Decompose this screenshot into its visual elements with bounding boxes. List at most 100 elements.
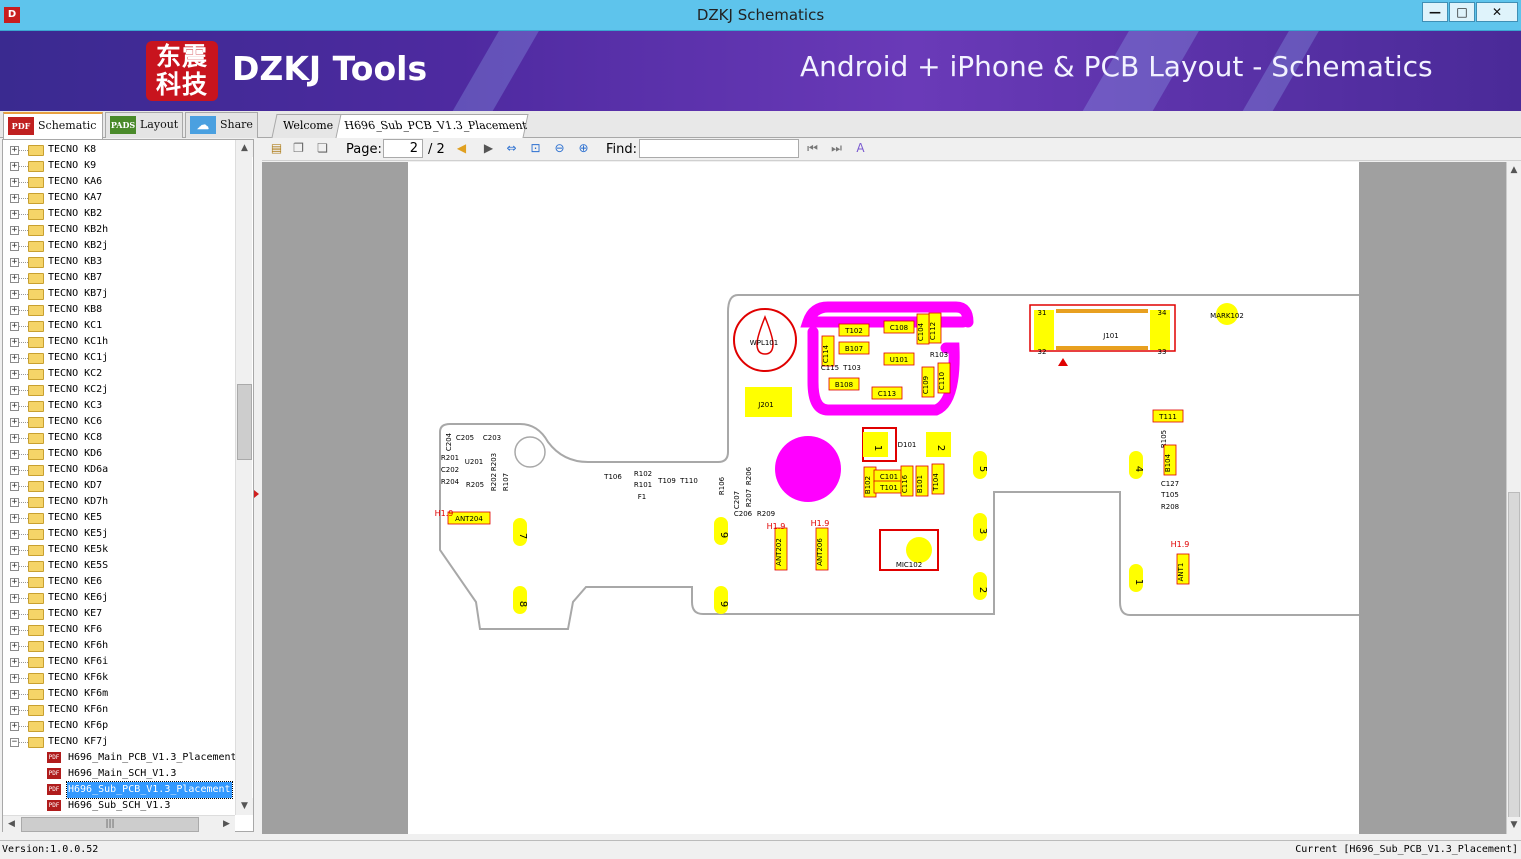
component-label: T101 [879,484,898,492]
component-label: R207 [745,489,753,507]
find-next-icon[interactable]: ⏭ [828,140,845,157]
tab-layout[interactable]: PADS Layout [105,112,183,138]
expand-icon[interactable]: + [10,498,19,507]
expand-icon[interactable]: + [10,466,19,475]
expand-icon[interactable]: + [10,514,19,523]
folder-label: TECNO KD7h [48,496,109,507]
expand-icon[interactable]: + [10,594,19,603]
expand-icon[interactable]: + [10,674,19,683]
scroll-up-icon[interactable]: ▲ [236,140,253,157]
fit-width-icon[interactable]: ⇔ [503,140,520,157]
previous-page-icon[interactable]: ◀ [453,140,470,157]
open-file-icon[interactable]: ▤ [268,140,285,157]
tree-vertical-scrollbar[interactable]: ▲ ▼ [235,140,253,815]
expand-icon[interactable]: + [10,210,19,219]
folder-icon [28,673,44,684]
expand-icon[interactable]: + [10,642,19,651]
copy-page-icon[interactable]: ❐ [290,140,307,157]
expand-icon[interactable]: + [10,690,19,699]
expand-icon[interactable]: + [10,530,19,539]
expand-icon[interactable]: + [10,658,19,667]
find-input[interactable] [639,139,799,158]
expand-icon[interactable]: + [10,354,19,363]
expand-icon[interactable]: + [10,434,19,443]
tree-line [19,246,28,247]
panel-splitter[interactable] [254,139,262,832]
scroll-down-icon[interactable]: ▼ [236,798,253,815]
highlight-text-icon[interactable]: A [852,140,869,157]
minimize-button[interactable]: — [1422,2,1448,22]
scroll-thumb[interactable]: ||| [21,817,199,832]
expand-icon[interactable]: + [10,146,19,155]
expand-icon[interactable]: + [10,626,19,635]
page-number-input[interactable] [383,139,423,158]
expand-icon[interactable]: + [10,242,19,251]
maximize-button[interactable]: □ [1449,2,1475,22]
close-button[interactable]: ✕ [1476,2,1518,22]
tree-line [19,214,28,215]
expand-icon[interactable]: + [10,546,19,555]
tab-welcome[interactable]: Welcome [271,114,343,138]
expand-icon[interactable]: + [10,338,19,347]
expand-icon[interactable]: + [10,306,19,315]
file-label: H696_Main_PCB_V1.3_Placement [68,752,237,763]
component-label: U201 [465,458,483,466]
folder-icon [28,577,44,588]
collapse-icon[interactable]: − [10,738,19,747]
expand-icon[interactable]: + [10,610,19,619]
component-label: R203 [490,453,498,471]
scroll-thumb[interactable] [1508,492,1520,822]
tab-label: Welcome [283,119,334,132]
collapse-arrow-icon[interactable] [254,490,259,498]
expand-icon[interactable]: + [10,706,19,715]
expand-icon[interactable]: + [10,402,19,411]
document-viewer[interactable]: WPL101 T102 C108 C112 C104 C114 B107 U101 R103 C1… [262,162,1506,834]
scroll-thumb[interactable] [237,384,252,460]
tree-horizontal-scrollbar[interactable]: ◀ ||| ▶ [3,815,235,833]
tab-share[interactable]: ☁ Share [185,112,258,138]
expand-icon[interactable]: + [10,370,19,379]
expand-icon[interactable]: + [10,290,19,299]
expand-icon[interactable]: + [10,178,19,187]
tab-schematic[interactable]: PDF Schematic [3,112,103,139]
folder-label: TECNO KB2j [48,240,109,251]
expand-icon[interactable]: + [10,274,19,283]
folder-icon [28,561,44,572]
scroll-left-icon[interactable]: ◀ [3,816,20,833]
expand-icon[interactable]: + [10,386,19,395]
expand-icon[interactable]: + [10,322,19,331]
tree-line [19,566,28,567]
pages-icon[interactable]: ❏ [314,140,331,157]
component-label: R208 [1161,503,1179,511]
expand-icon[interactable]: + [10,722,19,731]
scroll-right-icon[interactable]: ▶ [218,816,235,833]
scroll-up-icon[interactable]: ▲ [1507,162,1521,179]
zoom-in-icon[interactable]: ⊕ [575,140,592,157]
tree-line [19,470,28,471]
zoom-out-icon[interactable]: ⊖ [551,140,568,157]
folder-label: TECNO KE5j [48,528,109,539]
next-page-icon[interactable]: ▶ [480,140,497,157]
tree-line [19,438,28,439]
viewer-vertical-scrollbar[interactable]: ▲ ▼ [1506,162,1521,834]
expand-icon[interactable]: + [10,450,19,459]
pcb-outline [439,294,1449,630]
find-previous-icon[interactable]: ⏮ [804,140,821,157]
component-label: B102 [864,476,872,494]
folder-icon [28,625,44,636]
expand-icon[interactable]: + [10,578,19,587]
pad-number: 34 [1158,309,1167,317]
expand-icon[interactable]: + [10,162,19,171]
expand-icon[interactable]: + [10,194,19,203]
expand-icon[interactable]: + [10,482,19,491]
fit-page-icon[interactable]: ⊡ [527,140,544,157]
expand-icon[interactable]: + [10,226,19,235]
file-label: H696_Main_SCH_V1.3 [68,768,177,779]
page-label: Page: [346,142,382,157]
scroll-down-icon[interactable]: ▼ [1507,817,1521,834]
tab-h696-sub-pcb[interactable]: H696_Sub_PCB_V1.3_Placement× [335,114,529,154]
expand-icon[interactable]: + [10,258,19,267]
expand-icon[interactable]: + [10,562,19,571]
expand-icon[interactable]: + [10,418,19,427]
banner-slogan: Android + iPhone & PCB Layout - Schemati… [800,50,1433,83]
